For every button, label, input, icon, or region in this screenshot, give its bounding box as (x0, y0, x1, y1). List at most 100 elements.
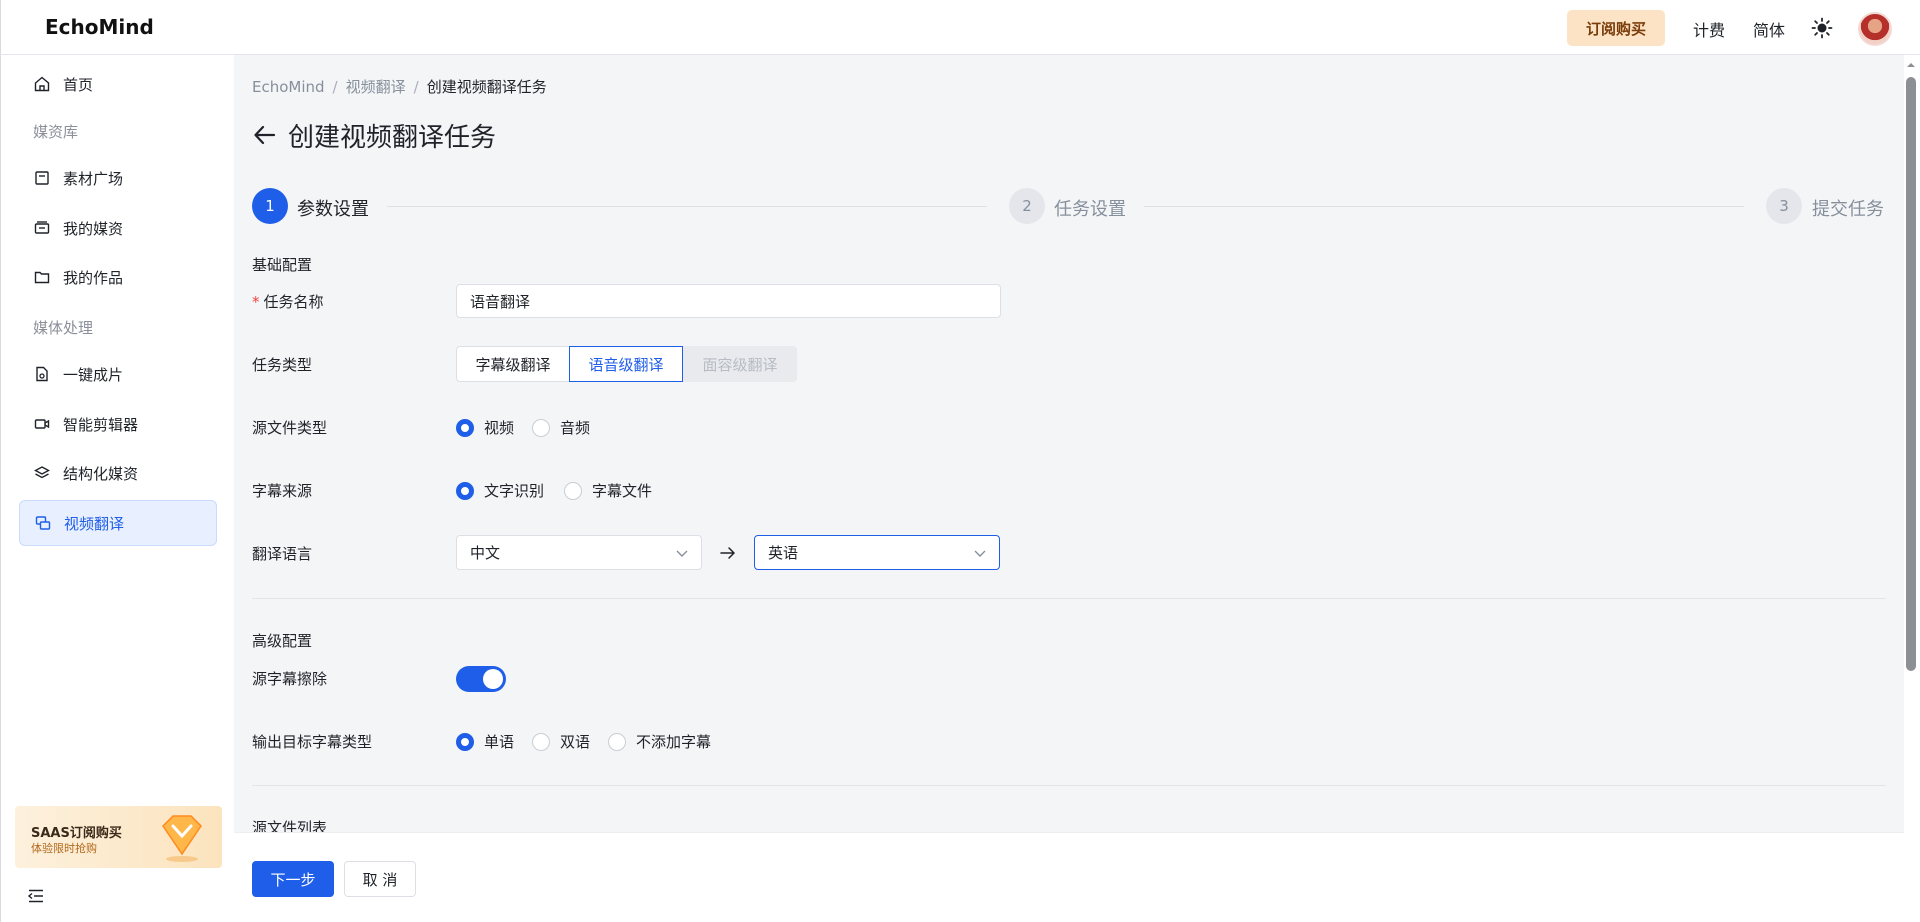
breadcrumb-root[interactable]: EchoMind (252, 78, 325, 96)
step-2-circle: 2 (1009, 188, 1045, 224)
video-camera-icon (33, 415, 51, 433)
sidebar-item-label: 首页 (63, 75, 94, 94)
sun-icon[interactable] (1811, 17, 1833, 39)
sidebar-item-label: 我的作品 (63, 268, 124, 287)
target-language-select[interactable]: 英语 (754, 535, 1000, 570)
toggle-knob (483, 669, 503, 689)
layers-icon (33, 464, 51, 482)
subscribe-button[interactable]: 订阅购买 (1567, 10, 1665, 46)
radio-label: 不添加字幕 (636, 733, 712, 751)
form-footer: 下一步 取 消 (234, 832, 1904, 922)
subtitle-source-ocr-radio[interactable]: 文字识别 (456, 480, 544, 501)
radio-dot (564, 481, 582, 500)
step-3-circle: 3 (1766, 188, 1802, 224)
step-connector (1144, 206, 1744, 207)
arrow-left-icon[interactable] (252, 122, 278, 148)
billing-link[interactable]: 计费 (1693, 17, 1725, 41)
output-bilingual-radio[interactable]: 双语 (532, 731, 590, 752)
task-name-label-text: 任务名称 (263, 293, 324, 311)
promo-banner[interactable]: SAAS订阅购买 体验限时抢购 (15, 806, 222, 868)
sidebar-item-label: 素材广场 (63, 169, 124, 188)
radio-label: 单语 (484, 733, 515, 751)
source-type-video-radio[interactable]: 视频 (456, 417, 514, 438)
erase-subtitle-toggle[interactable] (456, 666, 506, 692)
task-type-face-option: 面容级翻译 (683, 346, 797, 382)
task-type-label: 任务类型 (252, 356, 313, 374)
sidebar-item-structured-media[interactable]: 结构化媒资 (19, 450, 217, 496)
sidebar-item-my-media[interactable]: 我的媒资 (19, 205, 217, 251)
radio-label: 音频 (560, 419, 591, 437)
step-2-label: 任务设置 (1054, 199, 1126, 220)
chevron-down-icon (974, 550, 986, 557)
sidebar-item-smart-editor[interactable]: 智能剪辑器 (19, 401, 217, 447)
arrow-right-icon (720, 547, 735, 559)
page-header: 创建视频翻译任务 (252, 118, 497, 153)
sidebar-item-my-works[interactable]: 我的作品 (19, 254, 217, 300)
folder-icon (33, 268, 51, 286)
task-type-voice-option[interactable]: 语音级翻译 (569, 346, 683, 382)
breadcrumb: EchoMind / 视频翻译 / 创建视频翻译任务 (252, 78, 547, 96)
sidebar-item-label: 智能剪辑器 (63, 415, 139, 434)
store-icon (33, 169, 51, 187)
radio-dot (532, 732, 550, 751)
radio-label: 视频 (484, 419, 515, 437)
radio-label: 字幕文件 (592, 482, 653, 500)
radio-dot (456, 418, 474, 437)
next-step-button[interactable]: 下一步 (252, 861, 334, 897)
section-divider (252, 598, 1886, 599)
sidebar: 首页 媒资库 素材广场 我的媒资 我的作品 媒体处理 一键成片 智能剪辑器 结构… (0, 55, 234, 922)
source-type-label: 源文件类型 (252, 419, 328, 437)
select-value: 英语 (768, 544, 799, 562)
sidebar-item-label: 视频翻译 (64, 514, 125, 533)
sidebar-item-material-square[interactable]: 素材广场 (19, 155, 217, 201)
promo-subtitle: 体验限时抢购 (31, 842, 97, 855)
section-basic-config: 基础配置 (252, 256, 313, 274)
subtitle-source-label: 字幕来源 (252, 482, 313, 500)
sidebar-item-label: 我的媒资 (63, 219, 124, 238)
nav-group-media: 媒资库 (33, 123, 79, 141)
nav-group-processing: 媒体处理 (33, 319, 94, 337)
main-content: EchoMind / 视频翻译 / 创建视频翻译任务 创建视频翻译任务 1 参数设置 2… (234, 55, 1904, 832)
output-no-subtitle-radio[interactable]: 不添加字幕 (608, 731, 711, 752)
promo-title: SAAS订阅购买 (31, 826, 122, 841)
step-connector (387, 206, 987, 207)
source-language-select[interactable]: 中文 (456, 535, 702, 570)
diamond-badge-icon (162, 815, 202, 862)
sidebar-item-label: 结构化媒资 (63, 464, 139, 483)
erase-subtitle-label: 源字幕擦除 (252, 670, 328, 688)
task-type-subtitle-option[interactable]: 字幕级翻译 (456, 346, 570, 382)
scrollbar-thumb[interactable] (1906, 77, 1916, 671)
scroll-up-arrow-icon[interactable] (1906, 60, 1916, 70)
media-box-icon (33, 219, 51, 237)
sidebar-item-video-translation[interactable]: 视频翻译 (19, 500, 217, 546)
breadcrumb-parent[interactable]: 视频翻译 (346, 78, 406, 96)
required-mark: * (252, 293, 260, 311)
sidebar-item-one-click[interactable]: 一键成片 (19, 351, 217, 397)
step-3-label: 提交任务 (1812, 199, 1884, 220)
translate-language-label: 翻译语言 (252, 545, 313, 563)
cancel-button[interactable]: 取 消 (344, 861, 416, 897)
app-logo[interactable]: EchoMind (45, 15, 154, 39)
collapse-sidebar-icon[interactable] (27, 887, 45, 905)
output-monolingual-radio[interactable]: 单语 (456, 731, 514, 752)
language-switch[interactable]: 简体 (1753, 17, 1785, 41)
page-title: 创建视频翻译任务 (288, 122, 497, 153)
section-advanced-config: 高级配置 (252, 632, 313, 650)
subtitle-source-file-radio[interactable]: 字幕文件 (564, 480, 652, 501)
home-icon (33, 75, 51, 93)
section-file-list: 源文件列表 (252, 819, 328, 832)
chevron-down-icon (676, 550, 688, 557)
output-subtitle-type-label: 输出目标字幕类型 (252, 733, 373, 751)
user-avatar[interactable] (1858, 12, 1892, 46)
sidebar-item-label: 一键成片 (63, 365, 124, 384)
task-name-input[interactable] (456, 284, 1001, 318)
translate-icon (34, 514, 52, 532)
sidebar-item-home[interactable]: 首页 (19, 61, 217, 107)
task-name-label: * 任务名称 (252, 291, 324, 312)
radio-dot (456, 481, 474, 500)
radio-label: 双语 (560, 733, 591, 751)
top-header: EchoMind 订阅购买 计费 简体 (0, 0, 1920, 55)
breadcrumb-current: 创建视频翻译任务 (426, 78, 547, 96)
source-type-audio-radio[interactable]: 音频 (532, 417, 590, 438)
radio-label: 文字识别 (484, 482, 545, 500)
